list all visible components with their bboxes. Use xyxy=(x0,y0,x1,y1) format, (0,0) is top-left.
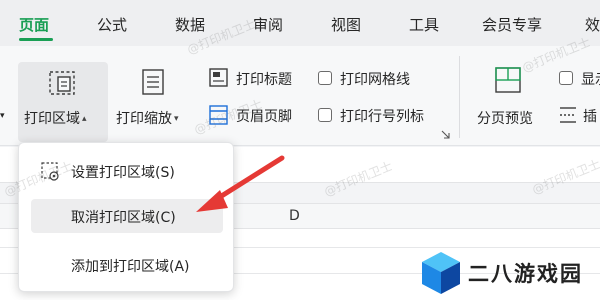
header-footer-icon xyxy=(209,105,228,125)
print-titles-icon xyxy=(209,68,228,87)
show-label: 显示 xyxy=(581,72,600,88)
print-gridlines-checkbox[interactable] xyxy=(318,71,332,85)
insert-label: 插 xyxy=(583,109,597,125)
tab-formula[interactable]: 公式 xyxy=(97,14,127,35)
show-checkbox[interactable] xyxy=(559,71,573,85)
tab-data[interactable]: 数据 xyxy=(175,14,205,35)
print-gridlines-label: 打印网格线 xyxy=(340,72,410,88)
menu-item-label: 取消打印区域(C) xyxy=(71,210,176,226)
header-footer-label: 页眉页脚 xyxy=(236,109,292,125)
logo-text: 二八游戏园 xyxy=(468,262,583,286)
chevron-left-icon[interactable]: ▾ xyxy=(0,111,5,121)
print-row-col-headers-checkbox[interactable] xyxy=(318,108,332,122)
menu-item-add-to-print-area[interactable]: 添加到打印区域(A) xyxy=(31,248,223,282)
ribbon-separator xyxy=(459,56,460,138)
page-break-preview-icon xyxy=(495,67,521,93)
tab-page[interactable]: 页面 xyxy=(19,14,49,35)
insert-page-break-icon[interactable] xyxy=(557,104,579,126)
tab-review[interactable]: 审阅 xyxy=(253,14,283,35)
dialog-launcher-icon[interactable] xyxy=(441,130,451,140)
menu-item-label: 添加到打印区域(A) xyxy=(71,259,190,275)
print-area-icon xyxy=(49,71,75,95)
tab-member[interactable]: 会员专享 xyxy=(482,14,542,35)
print-area-label: 打印区域 ▴ xyxy=(24,111,87,127)
menu-item-label: 设置打印区域(S) xyxy=(71,165,175,181)
print-row-col-headers-label: 打印行号列标 xyxy=(340,109,424,125)
print-scale-icon xyxy=(142,69,164,95)
active-tab-indicator xyxy=(19,38,53,41)
tab-tools[interactable]: 工具 xyxy=(409,14,439,35)
column-header-d[interactable]: D xyxy=(289,208,300,224)
tab-effect[interactable]: 效 xyxy=(585,14,600,35)
ribbon-tabs: 页面 公式 数据 审阅 视图 工具 会员专享 效 xyxy=(0,0,600,46)
print-scale-label: 打印缩放 ▾ xyxy=(116,111,179,127)
print-titles-label: 打印标题 xyxy=(236,72,292,88)
page-break-preview-label: 分页预览 xyxy=(477,111,533,127)
red-arrow-annotation xyxy=(196,155,285,212)
set-print-area-icon xyxy=(41,162,59,181)
tab-view[interactable]: 视图 xyxy=(331,14,361,35)
logo-cube-icon xyxy=(422,252,460,294)
